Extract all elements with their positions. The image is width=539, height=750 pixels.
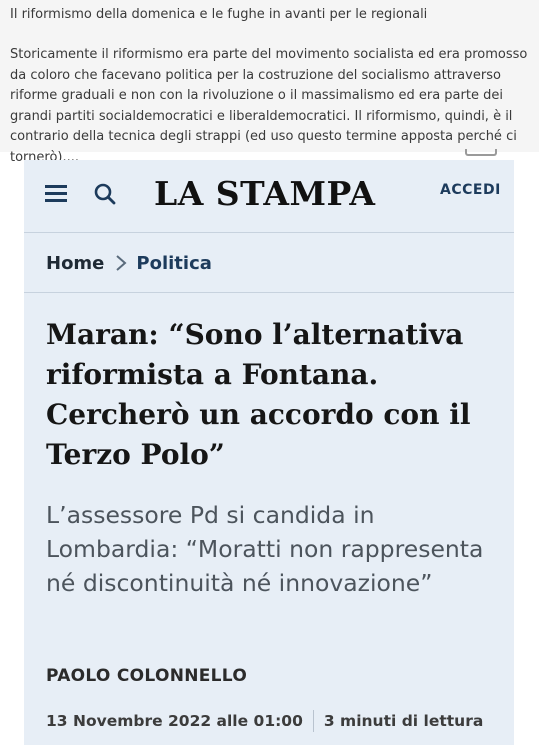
divider — [24, 292, 514, 293]
article-meta: 13 Novembre 2022 alle 01:00 3 minuti di … — [46, 710, 483, 732]
article-author[interactable]: PAOLO COLONNELLO — [46, 666, 247, 686]
article-date: 13 Novembre 2022 alle 01:00 — [46, 712, 303, 730]
breadcrumb-section[interactable]: Politica — [136, 253, 212, 274]
breadcrumb-home[interactable]: Home — [46, 253, 104, 274]
breadcrumb: Home Politica — [46, 248, 212, 278]
site-logo[interactable]: LA STAMPA — [154, 174, 376, 213]
divider — [24, 232, 514, 233]
expand-handle-icon[interactable] — [465, 149, 497, 156]
chevron-right-icon — [116, 255, 127, 271]
post-preview[interactable]: Il riformismo della domenica e le fughe … — [0, 0, 539, 165]
search-icon[interactable] — [93, 182, 117, 206]
article-headline: Maran: “Sono l’alternativa riformista a … — [46, 318, 471, 471]
meta-divider — [312, 710, 314, 732]
menu-icon[interactable] — [45, 184, 69, 204]
login-button[interactable]: ACCEDI — [440, 182, 501, 198]
article-screenshot[interactable]: LA STAMPA ACCEDI Home Politica Maran: “S… — [24, 160, 514, 745]
reading-time: 3 minuti di lettura — [323, 712, 484, 730]
post-title[interactable]: Il riformismo della domenica e le fughe … — [10, 5, 427, 25]
post-excerpt: Storicamente il riformismo era parte del… — [10, 47, 528, 165]
site-header: LA STAMPA ACCEDI — [24, 160, 514, 230]
article-subtitle: L’assessore Pd si candida in Lombardia: … — [46, 501, 484, 597]
